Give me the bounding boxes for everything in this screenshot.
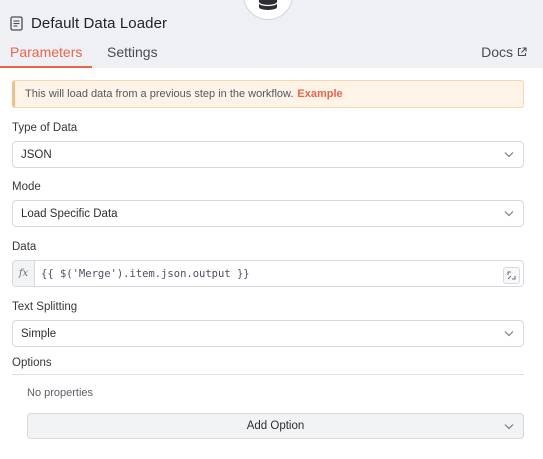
expand-icon [507, 271, 516, 280]
type-of-data-select[interactable]: JSON [12, 141, 524, 168]
notice-example-link[interactable]: Example [297, 88, 342, 100]
mode-label: Mode [12, 181, 41, 193]
active-tab-indicator [0, 66, 92, 68]
expand-expression-button[interactable] [503, 267, 520, 284]
chevron-down-icon [504, 424, 514, 430]
add-option-button[interactable]: Add Option [27, 413, 524, 439]
title-row: Default Data Loader [10, 14, 167, 32]
database-icon [258, 0, 278, 10]
chevron-down-icon [504, 211, 514, 217]
document-icon [10, 15, 23, 31]
tab-parameters[interactable]: Parameters [10, 44, 82, 60]
notice-text: This will load data from a previous step… [25, 88, 294, 100]
type-of-data-label: Type of Data [12, 122, 78, 134]
mode-select[interactable]: Load Specific Data [12, 200, 524, 227]
docs-link[interactable]: Docs [481, 44, 527, 60]
data-expression-input[interactable]: fx {{ $('Merge').item.json.output }} [12, 260, 524, 287]
docs-label: Docs [481, 44, 513, 60]
text-splitting-label: Text Splitting [12, 301, 78, 313]
no-properties-text: No properties [27, 387, 94, 399]
mode-value: Load Specific Data [21, 207, 118, 220]
chevron-down-icon [504, 152, 514, 158]
chevron-down-icon [504, 331, 514, 337]
type-of-data-value: JSON [21, 148, 52, 161]
text-splitting-select[interactable]: Simple [12, 320, 524, 347]
external-link-icon [517, 47, 527, 57]
fx-icon: fx [13, 261, 35, 286]
add-option-label: Add Option [246, 420, 305, 432]
info-notice: This will load data from a previous step… [12, 80, 524, 108]
tab-settings[interactable]: Settings [107, 44, 158, 60]
options-divider [12, 374, 524, 375]
tab-bar: Parameters Settings Docs [0, 36, 543, 68]
options-label: Options [12, 357, 52, 369]
data-label: Data [12, 241, 37, 253]
data-expression-value[interactable]: {{ $('Merge').item.json.output }} [35, 268, 250, 280]
panel-title: Default Data Loader [31, 14, 168, 32]
text-splitting-value: Simple [21, 327, 57, 340]
